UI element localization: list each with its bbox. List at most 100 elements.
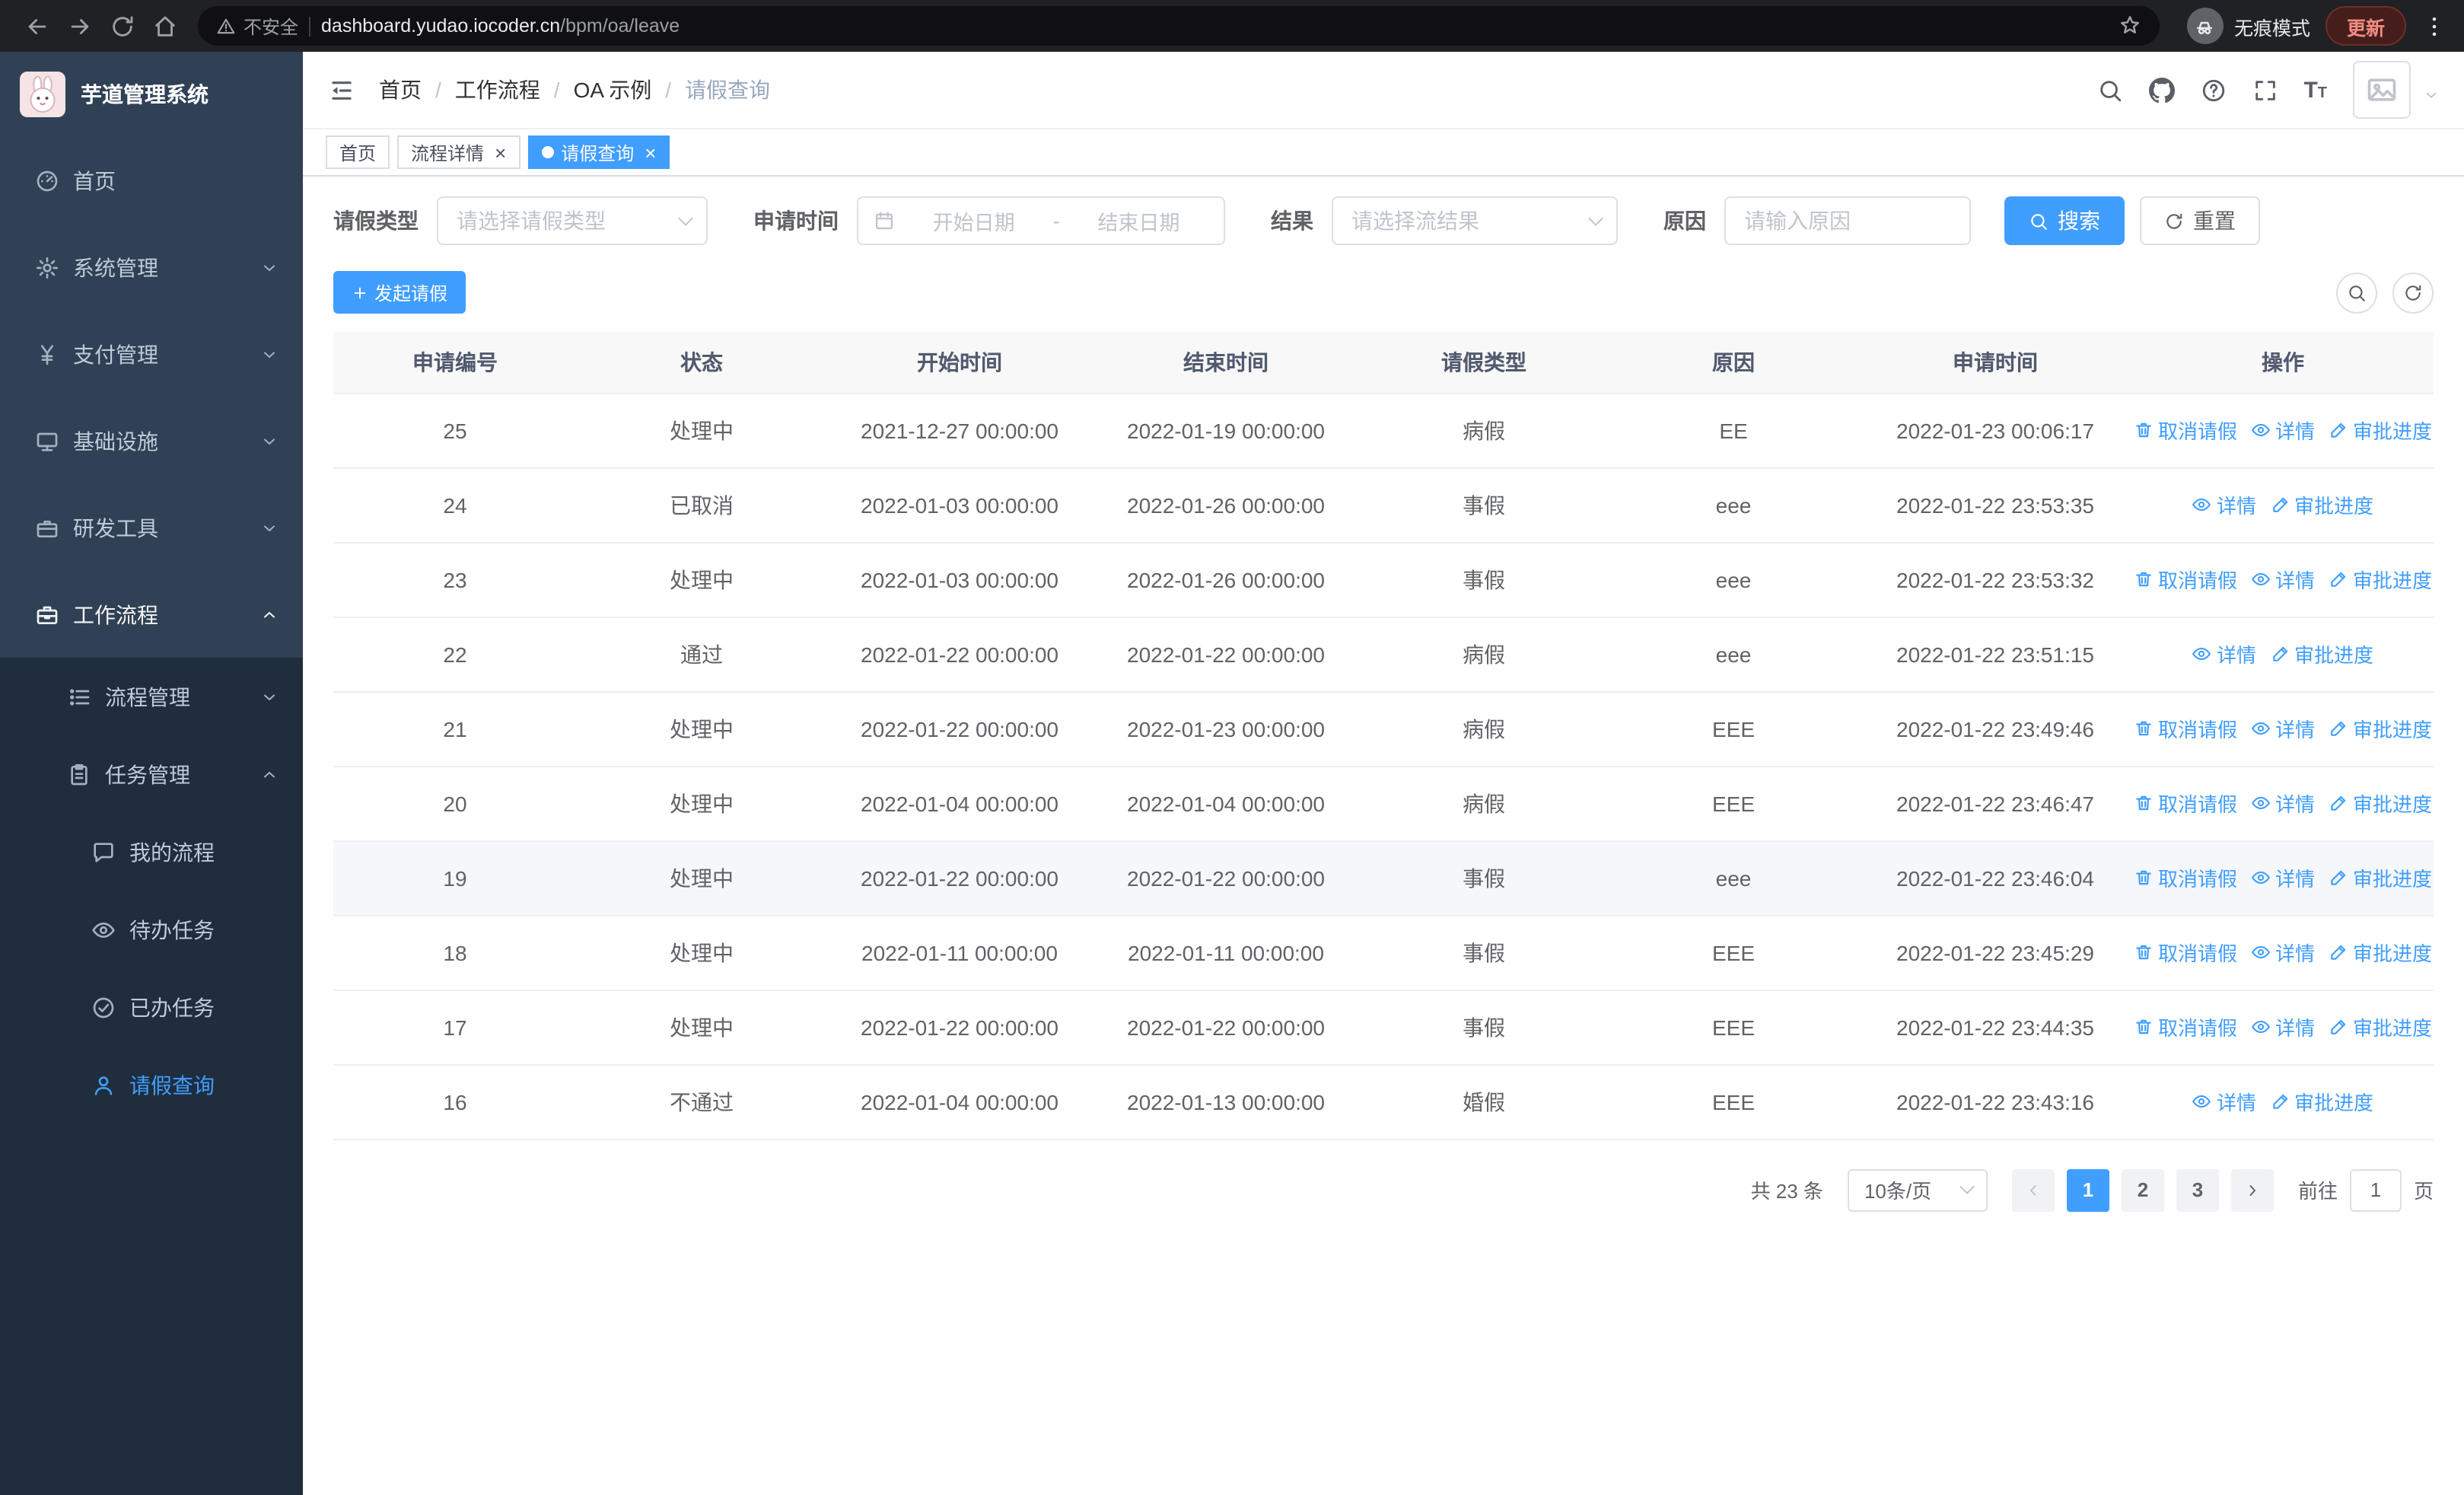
security-warning[interactable]: 不安全 [216, 13, 298, 39]
trash-icon [2134, 719, 2154, 738]
result-select[interactable]: 请选择流结果 [1332, 196, 1618, 245]
detail-link[interactable]: 详情 [2251, 1012, 2315, 1041]
page-button[interactable]: 3 [2176, 1168, 2219, 1211]
refresh-table-button[interactable] [2392, 272, 2434, 313]
progress-link[interactable]: 审批进度 [2329, 565, 2432, 594]
progress-link[interactable]: 审批进度 [2329, 416, 2432, 445]
cancel-leave-link[interactable]: 取消请假 [2134, 789, 2237, 818]
cancel-leave-link[interactable]: 取消请假 [2134, 1012, 2237, 1041]
app-logo[interactable]: 芋道管理系统 [0, 52, 303, 137]
chevron-left-icon [2024, 1181, 2042, 1199]
sidebar-item[interactable]: 工作流程 [0, 571, 303, 658]
app-title: 芋道管理系统 [81, 82, 209, 107]
forward-button[interactable] [58, 5, 100, 47]
progress-link[interactable]: 审批进度 [2329, 938, 2432, 967]
bookmark-star-icon[interactable] [2119, 12, 2141, 40]
create-leave-button[interactable]: 发起请假 [333, 271, 466, 314]
detail-link[interactable]: 详情 [2192, 490, 2256, 519]
back-button[interactable] [15, 5, 58, 47]
tab[interactable]: 流程详情 × [397, 135, 520, 169]
sidebar-item[interactable]: 基础设施 [0, 397, 303, 484]
sidebar-item-label: 基础设施 [73, 429, 158, 453]
progress-link[interactable]: 审批进度 [2329, 863, 2432, 892]
detail-link[interactable]: 详情 [2251, 938, 2315, 967]
sidebar-item[interactable]: 待办任务 [0, 891, 303, 968]
browser-update-button[interactable]: 更新 [2325, 6, 2406, 46]
sidebar-item-label: 工作流程 [73, 602, 158, 626]
font-size-button[interactable]: TT [2303, 78, 2327, 101]
cancel-leave-link[interactable]: 取消请假 [2134, 714, 2237, 743]
trash-icon [2134, 942, 2154, 962]
sidebar-item[interactable]: 我的流程 [0, 813, 303, 891]
tab[interactable]: 首页 [326, 135, 390, 169]
reason-input[interactable] [1744, 209, 1951, 233]
detail-link[interactable]: 详情 [2251, 565, 2315, 594]
detail-link[interactable]: 详情 [2251, 714, 2315, 743]
breadcrumb-item[interactable]: 工作流程 [455, 75, 540, 105]
github-link[interactable] [2148, 77, 2175, 103]
progress-link[interactable]: 审批进度 [2329, 789, 2432, 818]
search-button[interactable]: 搜索 [2004, 196, 2125, 245]
chevron-down-icon [260, 432, 279, 450]
table-row: 18 处理中 2022-01-11 00:00:00 2022-01-11 00:00… [333, 915, 2434, 990]
sidebar-item[interactable]: 任务管理 [0, 735, 303, 813]
cancel-leave-link[interactable]: 取消请假 [2134, 416, 2237, 445]
sidebar-item[interactable]: 研发工具 [0, 484, 303, 571]
cancel-leave-link[interactable]: 取消请假 [2134, 565, 2237, 594]
gear-icon [35, 255, 59, 279]
breadcrumb-item[interactable]: OA 示例 [574, 75, 652, 105]
detail-link[interactable]: 详情 [2251, 416, 2315, 445]
reload-button[interactable] [100, 5, 143, 47]
cell-applied: 2022-01-22 23:46:47 [1858, 766, 2132, 841]
close-icon[interactable]: × [495, 142, 506, 162]
progress-link[interactable]: 审批进度 [2329, 714, 2432, 743]
detail-link[interactable]: 详情 [2192, 1087, 2256, 1116]
browser-menu-button[interactable] [2418, 5, 2449, 47]
header-search-button[interactable] [2096, 77, 2122, 103]
cancel-leave-link[interactable]: 取消请假 [2134, 938, 2237, 967]
calendar-icon [874, 210, 895, 231]
sidebar-item[interactable]: 已办任务 [0, 968, 303, 1046]
close-icon[interactable]: × [645, 142, 656, 162]
progress-link[interactable]: 审批进度 [2329, 1012, 2432, 1041]
detail-link[interactable]: 详情 [2251, 863, 2315, 892]
breadcrumb: 首页 / 工作流程 / OA 示例 / 请假查询 [379, 75, 770, 105]
edit-icon [2270, 495, 2290, 515]
toggle-search-button[interactable] [2336, 272, 2377, 313]
next-page-button[interactable] [2230, 1168, 2274, 1211]
home-button[interactable] [143, 5, 186, 47]
fullscreen-button[interactable] [2252, 77, 2278, 103]
apply-time-range-picker[interactable]: 开始日期 - 结束日期 [857, 196, 1225, 245]
cell-id: 18 [333, 915, 577, 990]
collapse-sidebar-button[interactable] [327, 75, 356, 104]
chevron-down-icon [260, 687, 279, 706]
user-menu-caret[interactable] [2423, 82, 2440, 110]
breadcrumb-item[interactable]: 首页 [379, 75, 422, 105]
cancel-leave-link[interactable]: 取消请假 [2134, 863, 2237, 892]
cell-type: 事假 [1359, 467, 1609, 543]
detail-link[interactable]: 详情 [2192, 639, 2256, 668]
progress-link[interactable]: 审批进度 [2270, 639, 2373, 668]
cell-status: 不通过 [577, 1064, 826, 1140]
cell-end: 2022-01-26 00:00:00 [1093, 542, 1359, 617]
user-avatar[interactable] [2353, 61, 2411, 119]
sidebar-item[interactable]: 支付管理 [0, 311, 303, 397]
page-button[interactable]: 2 [2121, 1168, 2164, 1211]
reset-button[interactable]: 重置 [2140, 196, 2260, 245]
goto-page-input[interactable] [2349, 1168, 2402, 1211]
sidebar-item[interactable]: 首页 [0, 137, 303, 224]
cell-status: 处理中 [577, 766, 826, 841]
sidebar-item[interactable]: 流程管理 [0, 658, 303, 735]
page-size-select[interactable]: 10条/页 [1847, 1168, 1988, 1211]
progress-link[interactable]: 审批进度 [2270, 490, 2373, 519]
help-button[interactable] [2200, 77, 2226, 103]
address-bar[interactable]: 不安全 dashboard.yudao.iocoder.cn/bpm/oa/le… [198, 6, 2160, 46]
progress-link[interactable]: 审批进度 [2270, 1087, 2373, 1116]
page-button[interactable]: 1 [2066, 1168, 2109, 1211]
prev-page-button[interactable] [2011, 1168, 2055, 1211]
tab[interactable]: 请假查询 × [527, 135, 670, 169]
leave-type-select[interactable]: 请选择请假类型 [437, 196, 708, 245]
detail-link[interactable]: 详情 [2251, 789, 2315, 818]
sidebar-item[interactable]: 请假查询 [0, 1046, 303, 1124]
sidebar-item[interactable]: 系统管理 [0, 224, 303, 311]
